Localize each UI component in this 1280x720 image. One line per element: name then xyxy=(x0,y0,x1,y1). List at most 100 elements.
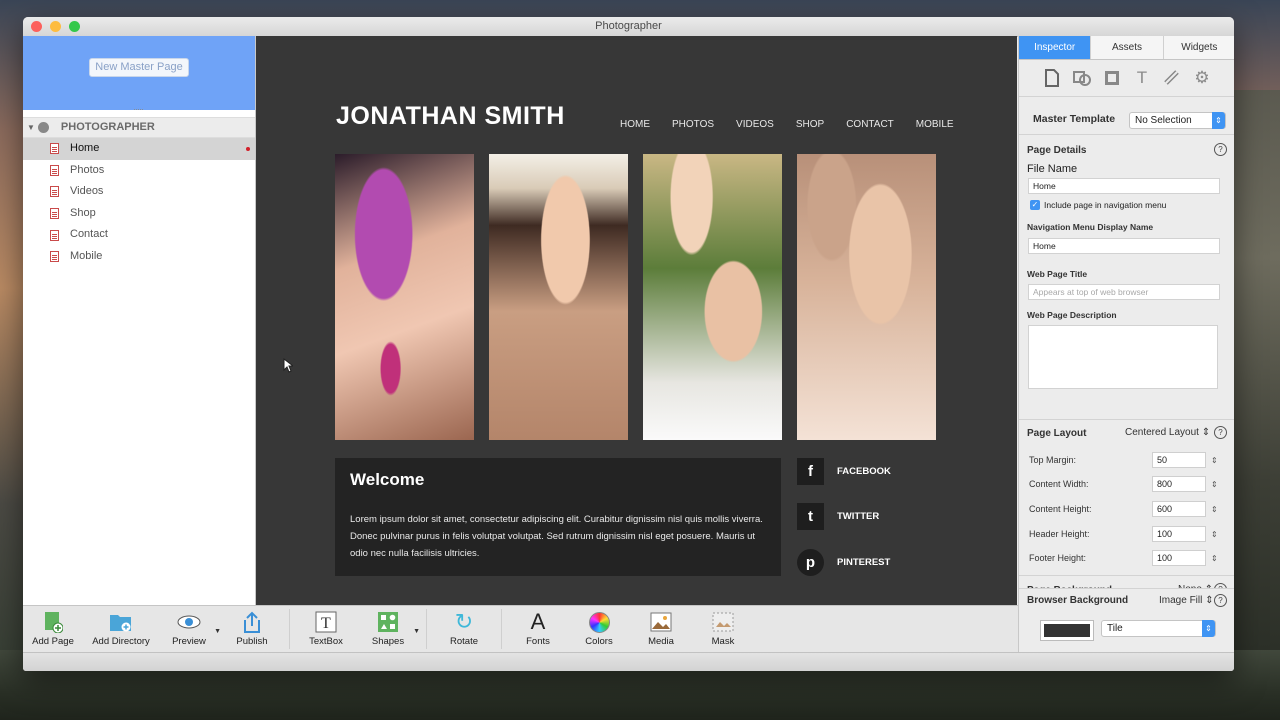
tab-inspector[interactable]: Inspector xyxy=(1019,36,1092,59)
browser-background-select[interactable]: Image Fill ⇕ xyxy=(1159,595,1214,606)
top-margin-field[interactable]: 50 xyxy=(1152,452,1206,468)
photo-couple-smiling[interactable] xyxy=(643,154,782,440)
sidebar-page-home[interactable]: Home xyxy=(23,138,255,160)
colors-button[interactable]: Colors xyxy=(569,610,629,647)
add-directory-label: Add Directory xyxy=(92,636,150,647)
design-canvas[interactable]: JONATHAN SMITH HOME PHOTOS VIDEOS SHOP C… xyxy=(256,36,1017,605)
nav-mobile[interactable]: MOBILE xyxy=(916,119,954,130)
welcome-box[interactable]: Welcome Lorem ipsum dolor sit amet, cons… xyxy=(335,458,781,576)
add-page-button[interactable]: Add Page xyxy=(23,610,83,647)
sidebar-page-videos[interactable]: Videos xyxy=(23,181,255,203)
add-directory-button[interactable]: Add Directory xyxy=(91,610,151,647)
publish-label: Publish xyxy=(236,636,268,647)
minimize-window-button[interactable] xyxy=(50,21,61,32)
browser-background-value: Image Fill xyxy=(1159,595,1203,606)
social-twitter[interactable]: t TWITTER xyxy=(797,503,879,530)
nav-home[interactable]: HOME xyxy=(620,119,650,130)
desktop-background xyxy=(1234,90,1280,650)
stepper-icon[interactable]: ⇕ xyxy=(1211,554,1218,563)
resize-grip[interactable]: ····· xyxy=(133,104,144,114)
help-icon[interactable]: ? xyxy=(1214,143,1227,156)
shape-inspector-icon[interactable] xyxy=(1071,67,1093,89)
help-icon[interactable]: ? xyxy=(1214,594,1227,607)
tab-widgets[interactable]: Widgets xyxy=(1163,36,1234,59)
site-title-text[interactable]: JONATHAN SMITH xyxy=(336,102,565,131)
sidebar-page-photos[interactable]: Photos xyxy=(23,160,255,182)
preview-button[interactable]: Preview ▼ xyxy=(159,610,221,647)
site-root-row[interactable]: ▼ PHOTOGRAPHER xyxy=(23,117,255,138)
fonts-button[interactable]: A Fonts xyxy=(508,609,568,647)
zoom-window-button[interactable] xyxy=(69,21,80,32)
master-template-label: Master Template xyxy=(1033,113,1116,125)
social-label: FACEBOOK xyxy=(837,466,891,477)
sidebar-page-contact[interactable]: Contact xyxy=(23,224,255,246)
tab-assets[interactable]: Assets xyxy=(1091,36,1164,59)
file-name-field[interactable]: Home xyxy=(1028,178,1220,194)
photo-couple-embrace[interactable] xyxy=(797,154,936,440)
link-inspector-icon[interactable] xyxy=(1161,67,1183,89)
chevron-updown-icon: ⇕ xyxy=(1212,112,1225,129)
page-icon xyxy=(50,164,59,176)
master-template-select[interactable]: No Selection ⇕ xyxy=(1129,112,1226,129)
content-height-field[interactable]: 600 xyxy=(1152,501,1206,517)
nav-shop[interactable]: SHOP xyxy=(796,119,824,130)
page-icon xyxy=(50,229,59,241)
rotate-icon: ↻ xyxy=(454,609,474,634)
nav-photos[interactable]: PHOTOS xyxy=(672,119,714,130)
header-height-field[interactable]: 100 xyxy=(1152,526,1206,542)
shapes-label: Shapes xyxy=(371,636,405,647)
chevron-down-icon[interactable]: ▼ xyxy=(413,628,420,635)
page-inspector-icon[interactable] xyxy=(1041,67,1063,89)
shapes-button[interactable]: Shapes ▼ xyxy=(358,610,420,647)
text-inspector-icon[interactable]: T xyxy=(1131,67,1153,89)
fonts-label: Fonts xyxy=(526,636,550,647)
media-icon xyxy=(631,610,691,634)
photo-woman-makeup[interactable] xyxy=(335,154,474,440)
nav-contact[interactable]: CONTACT xyxy=(846,119,894,130)
publish-button[interactable]: Publish xyxy=(222,610,282,647)
mask-icon xyxy=(693,610,753,634)
add-page-icon xyxy=(23,610,83,634)
disclosure-triangle-icon[interactable]: ▼ xyxy=(27,118,35,137)
sidebar-page-mobile[interactable]: Mobile xyxy=(23,246,255,268)
chevron-updown-icon: ⇕ xyxy=(1202,620,1215,637)
title-bar: Photographer xyxy=(23,17,1234,37)
stepper-icon[interactable]: ⇕ xyxy=(1211,456,1218,465)
include-nav-checkbox[interactable]: ✓ xyxy=(1030,200,1040,210)
nav-display-name-field[interactable]: Home xyxy=(1028,238,1220,254)
help-icon[interactable]: ? xyxy=(1214,426,1227,439)
media-inspector-icon[interactable] xyxy=(1101,67,1123,89)
browser-background-swatch[interactable] xyxy=(1041,621,1093,640)
rotate-button[interactable]: ↻ Rotate xyxy=(434,609,494,647)
header-height-row: Header Height: 100 ⇕ xyxy=(1029,526,1229,542)
chevron-down-icon[interactable]: ▼ xyxy=(214,628,221,635)
web-page-description-field[interactable] xyxy=(1028,325,1218,389)
social-pinterest[interactable]: p PINTEREST xyxy=(797,549,890,576)
stepper-icon[interactable]: ⇕ xyxy=(1211,480,1218,489)
media-button[interactable]: Media xyxy=(631,610,691,647)
content-width-field[interactable]: 800 xyxy=(1152,476,1206,492)
web-page-title-field[interactable]: Appears at top of web browser xyxy=(1028,284,1220,300)
include-nav-row[interactable]: ✓ Include page in navigation menu xyxy=(1030,200,1227,210)
textbox-label: TextBox xyxy=(309,636,343,647)
page-layout-select[interactable]: Centered Layout ⇕ xyxy=(1125,427,1210,438)
page-label: Home xyxy=(70,142,100,154)
mask-button[interactable]: Mask xyxy=(693,610,753,647)
colors-label: Colors xyxy=(585,636,613,647)
page-label: Videos xyxy=(70,185,104,198)
gear-icon[interactable]: ⚙ xyxy=(1191,67,1213,89)
page-layout-value: Centered Layout xyxy=(1125,427,1199,438)
stepper-icon[interactable]: ⇕ xyxy=(1211,505,1218,514)
sidebar-page-shop[interactable]: Shop xyxy=(23,203,255,225)
tile-select[interactable]: Tile ⇕ xyxy=(1101,620,1216,637)
close-window-button[interactable] xyxy=(31,21,42,32)
site-navigation[interactable]: HOME PHOTOS VIDEOS SHOP CONTACT MOBILE xyxy=(620,119,976,130)
welcome-body: Lorem ipsum dolor sit amet, consectetur … xyxy=(350,514,763,559)
photo-woman-hat[interactable] xyxy=(489,154,628,440)
textbox-button[interactable]: T TextBox xyxy=(296,610,356,647)
stepper-icon[interactable]: ⇕ xyxy=(1211,530,1218,539)
new-master-page-button[interactable]: New Master Page xyxy=(89,58,189,77)
footer-height-field[interactable]: 100 xyxy=(1152,550,1206,566)
nav-videos[interactable]: VIDEOS xyxy=(736,119,774,130)
social-facebook[interactable]: f FACEBOOK xyxy=(797,458,891,485)
